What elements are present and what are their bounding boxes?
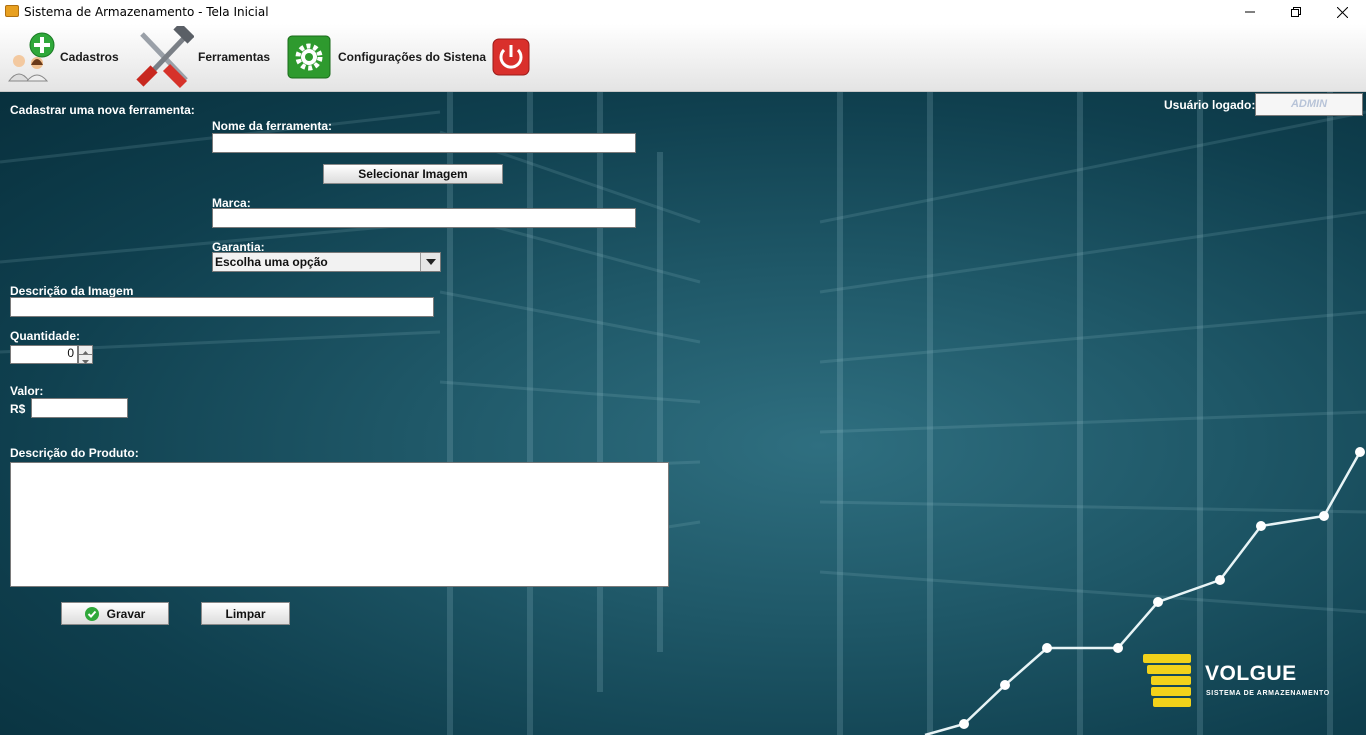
valor-label: Valor: [10,384,44,398]
minimize-icon [1245,11,1255,13]
quantidade-label: Quantidade: [10,329,81,343]
descricao-imagem-label: Descrição da Imagem [10,284,134,298]
cadastros-button[interactable]: Cadastros [6,24,119,90]
descricao-imagem-input[interactable] [10,297,434,317]
configuracoes-label: Configurações do Sistena [338,50,487,64]
exit-button[interactable] [492,24,530,90]
clear-button[interactable]: Limpar [201,602,290,625]
tools-icon [136,26,194,88]
close-button[interactable] [1319,0,1365,24]
window-title: Sistema de Armazenamento - Tela Inicial [24,5,269,19]
close-icon [1336,6,1348,18]
garantia-selected-value: Escolha uma opção [215,255,328,269]
brand-name: VOLGUE [1205,662,1297,685]
valor-input[interactable] [31,398,128,418]
chevron-down-icon[interactable] [420,253,440,271]
form-heading: Cadastrar uma nova ferramenta: [10,103,195,117]
garantia-select[interactable]: Escolha uma opção [212,252,441,272]
ferramentas-label: Ferramentas [198,50,271,64]
brand-tagline: SISTEMA DE ARMAZENAMENTO [1206,690,1330,697]
quantidade-input[interactable]: 0 [10,345,78,364]
check-icon [84,606,99,621]
currency-label: R$ [10,402,26,416]
restore-button[interactable] [1273,0,1319,24]
descricao-produto-label: Descrição do Produto: [10,446,139,460]
warehouse-background [0,92,1366,735]
nome-input[interactable] [212,133,636,153]
marca-input[interactable] [212,208,636,228]
descricao-produto-textarea[interactable] [10,462,669,587]
quantity-down-button[interactable] [78,354,93,364]
select-image-button[interactable]: Selecionar Imagem [323,164,503,184]
cadastros-label: Cadastros [60,50,119,64]
ferramentas-button[interactable]: Ferramentas [134,24,270,90]
volgue-logo-icon [1143,654,1191,707]
power-icon [492,38,530,76]
toolbar: Cadastros Ferramentas Configurações do S… [0,24,1366,92]
user-label: Usuário logado: [1164,98,1256,112]
main-panel: Cadastrar uma nova ferramenta: Nome da f… [0,92,1366,735]
title-bar: Sistema de Armazenamento - Tela Inicial [0,0,1366,24]
app-icon [5,5,19,17]
users-add-icon [8,32,55,82]
nome-label: Nome da ferramenta: [212,119,333,133]
restore-icon [1291,7,1301,17]
gear-icon [287,35,331,79]
save-button[interactable]: Gravar [61,602,169,625]
minimize-button[interactable] [1227,0,1273,24]
chevron-down-icon [82,360,89,364]
configuracoes-button[interactable]: Configurações do Sistena [287,24,486,90]
save-button-label: Gravar [106,606,146,621]
user-field: ADMIN [1255,93,1363,116]
